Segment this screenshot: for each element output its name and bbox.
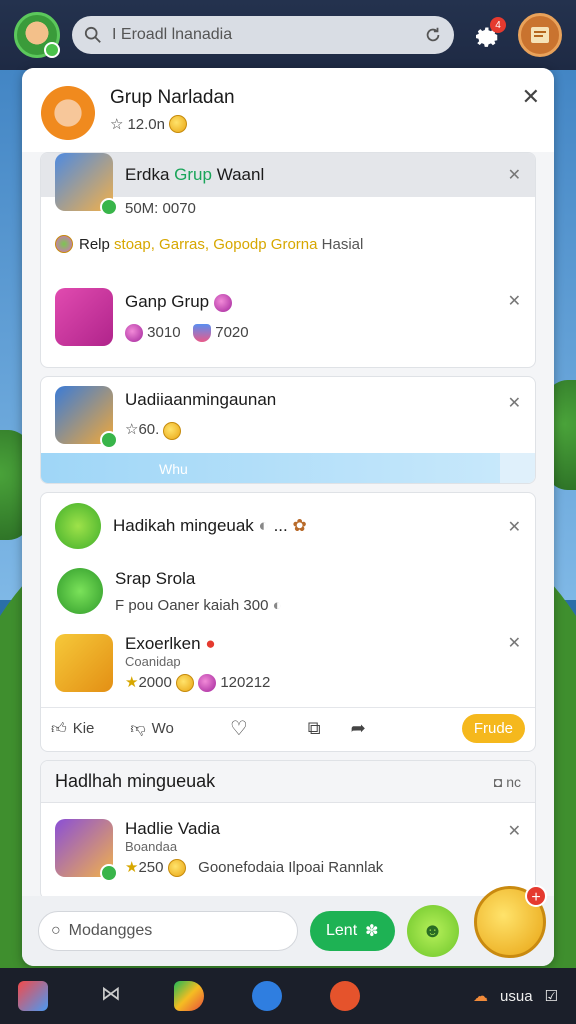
close-icon[interactable]: ✕ bbox=[508, 393, 521, 413]
message-input[interactable]: ○ Modangges bbox=[38, 911, 298, 951]
help-icon bbox=[55, 235, 73, 253]
close-icon[interactable]: ✕ bbox=[508, 821, 521, 841]
notification-badge: 4 bbox=[490, 17, 506, 33]
game-icon[interactable] bbox=[330, 981, 360, 1011]
gem-icon bbox=[213, 293, 232, 312]
top-bar: I Eroadl lnanadia 4 bbox=[0, 0, 576, 70]
verified-icon bbox=[100, 431, 118, 449]
shield-icon bbox=[193, 324, 212, 343]
coin-icon bbox=[167, 859, 186, 878]
app-icon[interactable] bbox=[252, 981, 282, 1011]
plus-icon: + bbox=[525, 885, 547, 907]
thumbs-down-icon: 👎︎ bbox=[130, 719, 146, 737]
gallery-icon[interactable] bbox=[18, 981, 48, 1011]
group-meta-row: 50M: 0070 bbox=[125, 199, 196, 217]
event-card: Uadiiaanmingaunan ☆60. ✕ Whu bbox=[40, 376, 536, 484]
progress-bar: Whu bbox=[41, 453, 535, 483]
star-icon: ★ bbox=[125, 858, 139, 876]
verified-icon bbox=[100, 864, 118, 882]
edit-icon[interactable]: ⧉ bbox=[308, 718, 321, 739]
search-icon bbox=[84, 26, 101, 43]
group-avatar bbox=[38, 80, 98, 140]
camera-icon: ◘ bbox=[493, 773, 503, 790]
star-icon: ☆ bbox=[125, 421, 139, 439]
event-thumbnail bbox=[55, 386, 118, 449]
refresh-icon[interactable] bbox=[424, 26, 442, 44]
reward-thumbnail bbox=[55, 634, 113, 692]
reward-item-row[interactable]: Srap Srola F pou Oaner kaiah 300 ◐ bbox=[41, 559, 535, 623]
mascot-button[interactable]: ☻ bbox=[406, 905, 459, 957]
panel-title: Grup Narladan bbox=[110, 87, 235, 108]
player-avatar[interactable] bbox=[14, 12, 60, 58]
navbar-right: ☁ usua ☑ bbox=[473, 987, 558, 1006]
close-icon[interactable]: ✕ bbox=[508, 517, 521, 537]
play-store-icon[interactable] bbox=[174, 981, 204, 1011]
panel-subtitle: ☆ 12.0n bbox=[110, 115, 235, 133]
heart-icon[interactable]: ♡ bbox=[230, 716, 248, 741]
system-navbar: ⋈ ☁ usua ☑ bbox=[0, 968, 576, 1024]
reward-item-row[interactable]: Exoerlken ● Coanidap ★2000 120212 ✕ bbox=[41, 629, 535, 697]
send-button[interactable]: Lent ✽ bbox=[310, 911, 395, 951]
reward-card-2: Hadlhah mingueuak ◘ nc Hadlie Vadia Boan… bbox=[40, 760, 536, 900]
coin-shop-button[interactable]: + bbox=[474, 885, 547, 958]
online-indicator bbox=[44, 42, 60, 58]
action-bar: 👍︎ Kie 👎︎ Wo ♡ ⧉ ➦ Frude bbox=[41, 707, 535, 749]
reward-item-row[interactable]: Hadlie Vadia Boandaa ★250 Goonefodaia Il… bbox=[41, 815, 535, 882]
smile-icon: ☻ bbox=[422, 919, 444, 942]
coin-icon bbox=[176, 674, 194, 693]
info-icon: ◐ bbox=[258, 516, 269, 535]
info-icon: ◐ bbox=[272, 596, 282, 614]
group-thumbnail bbox=[55, 288, 113, 346]
share-icon[interactable]: ⋈ bbox=[96, 981, 126, 1011]
event-row[interactable]: Uadiiaanmingaunan ☆60. ✕ bbox=[41, 385, 535, 449]
reward-card: Hadikah mingeuak ◐ ... ✿ ✕ Srap Srola F … bbox=[40, 492, 536, 752]
gem-icon bbox=[125, 324, 143, 343]
card-header-row: Hadlhah mingueuak ◘ nc bbox=[41, 761, 535, 803]
gem-icon bbox=[198, 674, 217, 693]
like-button[interactable]: 👍︎ Kie bbox=[51, 720, 94, 738]
claim-button[interactable]: Frude bbox=[461, 714, 525, 743]
notes-icon bbox=[531, 27, 549, 43]
progress-fill bbox=[41, 453, 501, 483]
group-row[interactable]: Ganp Grup 3010 7020 ✕ bbox=[41, 277, 535, 357]
close-icon[interactable]: ✕ bbox=[508, 633, 521, 653]
close-icon[interactable]: ✕ bbox=[508, 291, 521, 311]
group-card: Erdka Grup Waanl ✕ 50M: 0070 Relp stoap,… bbox=[40, 152, 536, 368]
cloud-icon[interactable]: ☁ bbox=[473, 987, 488, 1005]
settings-button[interactable]: 4 bbox=[466, 15, 506, 55]
dislike-button[interactable]: 👎︎ Wo bbox=[130, 720, 173, 738]
reward-header-row: Hadikah mingeuak ◐ ... ✿ ✕ bbox=[41, 501, 535, 551]
coin-icon bbox=[169, 115, 187, 133]
checkbox-icon[interactable]: ☑ bbox=[545, 987, 558, 1005]
coin-icon bbox=[163, 421, 182, 440]
badge-icon: ● bbox=[205, 633, 216, 653]
star-icon: ★ bbox=[125, 673, 139, 691]
help-row: Relp stoap, Garras, Gopodp Grorna Hasial bbox=[41, 229, 535, 259]
search-bar[interactable]: I Eroadl lnanadia bbox=[72, 16, 454, 54]
search-input[interactable]: I Eroadl lnanadia bbox=[112, 26, 414, 44]
gear-icon: ✽ bbox=[365, 923, 379, 940]
panel-header: Grup Narladan ☆ 12.0n ✕ bbox=[22, 68, 554, 152]
circle-icon: ○ bbox=[51, 922, 61, 939]
close-icon[interactable]: ✕ bbox=[522, 84, 540, 110]
share-icon[interactable]: ➦ bbox=[351, 718, 366, 739]
group-row-highlighted[interactable]: Erdka Grup Waanl ✕ bbox=[41, 153, 535, 216]
reward-thumbnail bbox=[57, 568, 103, 614]
close-icon[interactable]: ✕ bbox=[508, 165, 521, 185]
chest-icon: ✿ bbox=[292, 516, 307, 535]
reward-icon bbox=[55, 503, 101, 549]
messages-button[interactable] bbox=[518, 13, 562, 57]
group-panel: Grup Narladan ☆ 12.0n ✕ Erdka Grup Waanl… bbox=[22, 68, 554, 966]
reward-thumbnail bbox=[55, 819, 118, 882]
star-icon: ☆ bbox=[110, 116, 124, 133]
thumbs-up-icon: 👍︎ bbox=[51, 719, 67, 737]
